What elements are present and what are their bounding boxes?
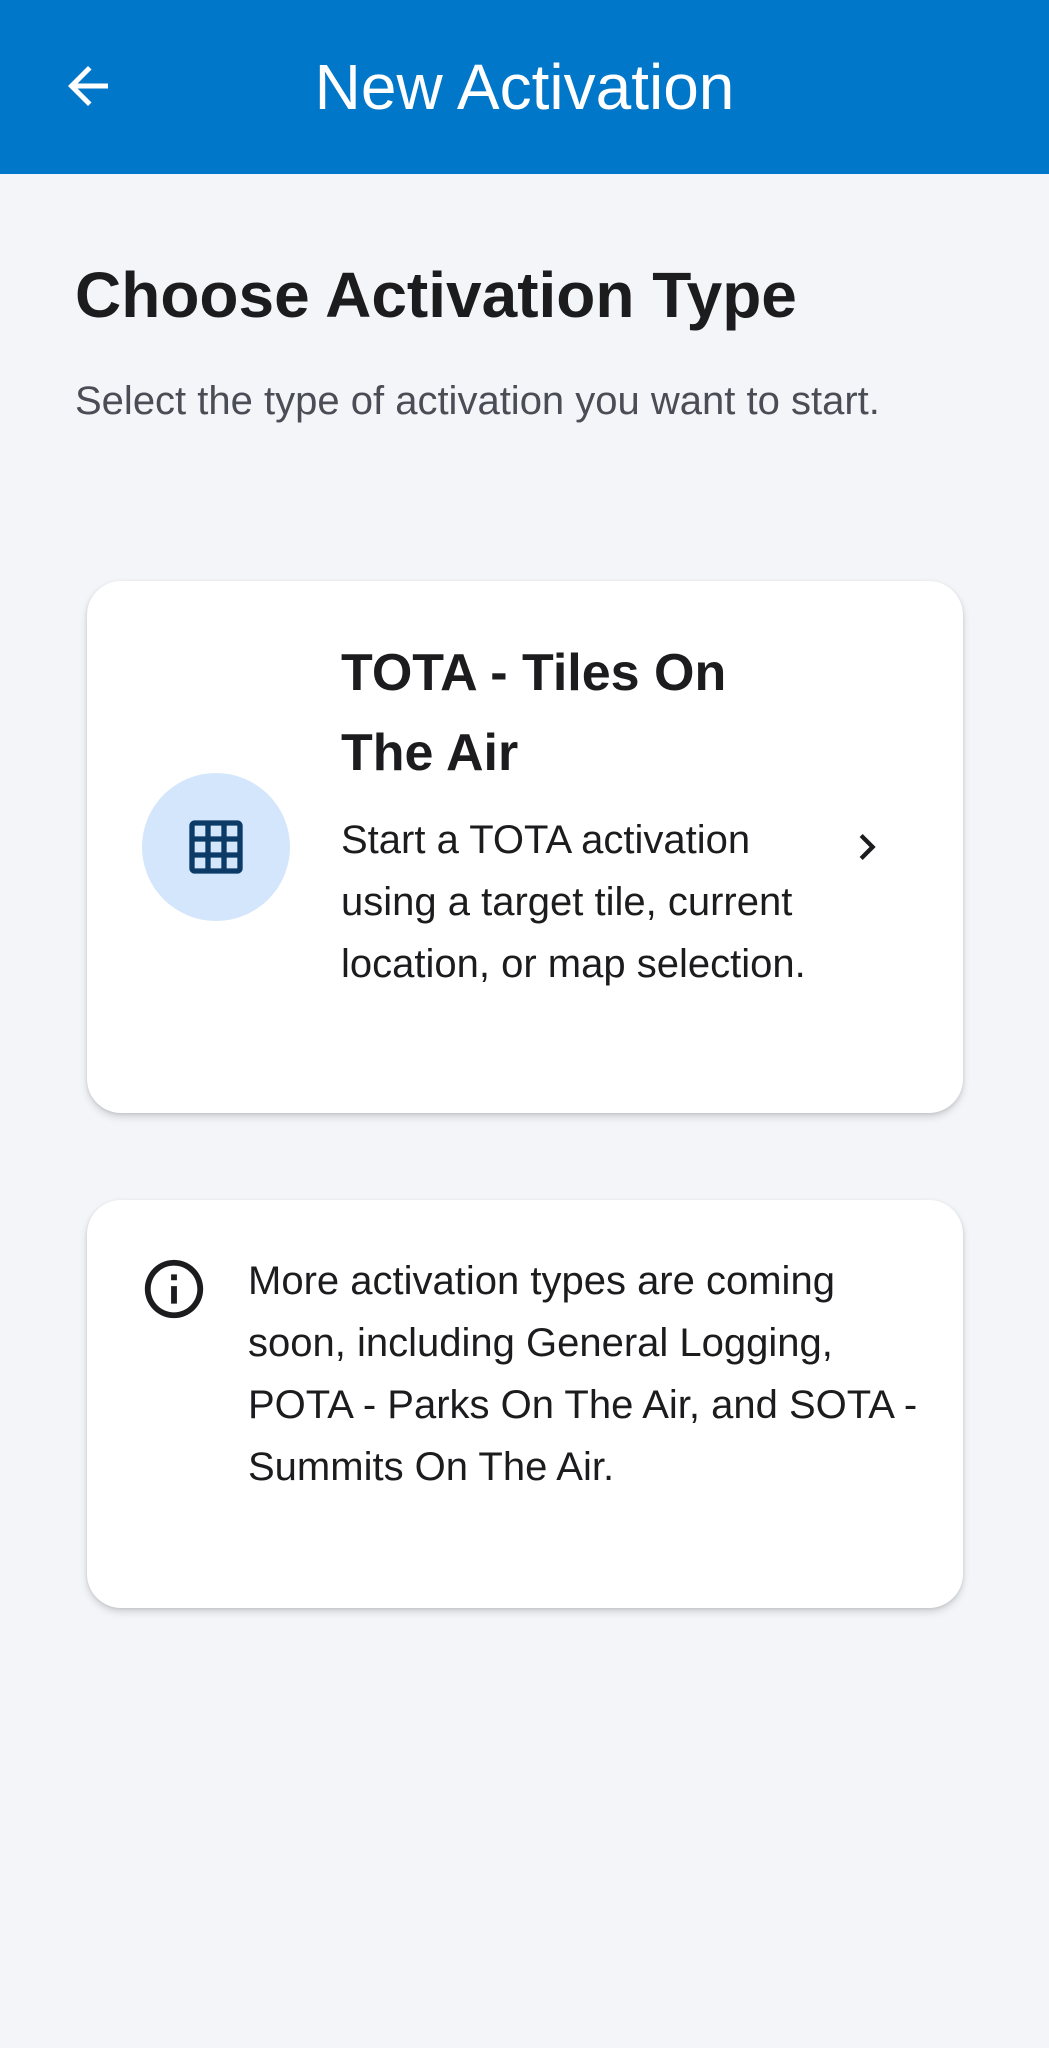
tota-activation-card[interactable]: TOTA - Tiles On The Air Start a TOTA act…	[87, 581, 963, 1113]
tota-icon-badge	[142, 773, 290, 921]
page-title: Choose Activation Type	[75, 259, 797, 331]
tota-card-description: Start a TOTA activation using a target t…	[341, 818, 806, 986]
info-text: More activation types are coming soon, i…	[248, 1259, 918, 1489]
tota-card-title: TOTA - Tiles On The Air	[341, 644, 727, 782]
app-bar-title: New Activation	[314, 51, 735, 123]
info-icon	[144, 1259, 204, 1319]
app-bar: New Activation	[0, 0, 1049, 174]
info-card: More activation types are coming soon, i…	[87, 1200, 963, 1608]
grid-icon	[189, 820, 243, 874]
page-subtitle: Select the type of activation you want t…	[75, 379, 880, 423]
chevron-right-icon	[839, 819, 895, 875]
